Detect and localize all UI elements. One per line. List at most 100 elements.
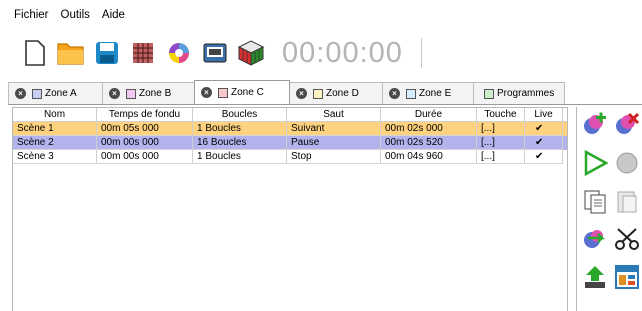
close-icon[interactable]: × xyxy=(201,87,212,98)
checkmark-icon: ✔ xyxy=(535,137,544,148)
add-scene-icon xyxy=(584,112,606,134)
tab-zone-c[interactable]: × Zone C xyxy=(194,80,290,104)
delete-scene-button[interactable] xyxy=(613,111,641,139)
scene-table: Nom Temps de fondu Boucles Saut Durée To… xyxy=(12,107,568,311)
toolbar-separator xyxy=(420,38,422,68)
column-header-saut[interactable]: Saut xyxy=(287,108,381,121)
column-header-temps-de-fondu[interactable]: Temps de fondu xyxy=(97,108,193,121)
tab-programmes[interactable]: Programmes xyxy=(473,82,565,104)
cell-touche[interactable]: [...] xyxy=(477,136,525,150)
upload-icon xyxy=(585,266,605,288)
close-icon[interactable]: × xyxy=(109,88,120,99)
toolbar: 00:00:00 xyxy=(0,31,642,75)
live-checkbox[interactable]: ✔ xyxy=(525,150,563,164)
cell-duree[interactable]: 00m 02s 520 xyxy=(381,136,477,150)
zone-d-color-swatch xyxy=(313,88,323,99)
cell-duree[interactable]: 00m 02s 000 xyxy=(381,122,477,136)
open-folder-button[interactable] xyxy=(56,37,86,69)
close-icon[interactable]: × xyxy=(389,88,400,99)
tab-label: Zone E xyxy=(419,88,452,99)
layout-icon xyxy=(615,265,639,289)
live-checkbox[interactable]: ✔ xyxy=(525,122,563,136)
shuffle-button[interactable] xyxy=(581,225,609,253)
add-scene-button[interactable] xyxy=(581,111,609,139)
paste-button[interactable] xyxy=(613,187,641,215)
grid-button[interactable] xyxy=(128,37,158,69)
zone-tabs: × Zone A × Zone B × Zone C × Zone D × Zo… xyxy=(8,80,565,104)
palette-icon xyxy=(169,43,189,63)
tab-zone-e[interactable]: × Zone E xyxy=(382,82,474,104)
timer-display: 00:00:00 xyxy=(282,36,403,69)
delete-scene-icon xyxy=(616,112,640,134)
checkmark-icon: ✔ xyxy=(535,151,544,162)
record-icon xyxy=(616,152,638,174)
table-row[interactable]: Scène 1 00m 05s 000 1 Boucles Suivant 00… xyxy=(13,122,567,136)
column-header-touche[interactable]: Touche xyxy=(477,108,525,121)
close-icon[interactable]: × xyxy=(296,88,307,99)
tab-zone-d[interactable]: × Zone D xyxy=(289,82,383,104)
device-button[interactable] xyxy=(200,37,230,69)
scene-actions-panel xyxy=(576,107,642,311)
cell-temps[interactable]: 00m 00s 000 xyxy=(97,150,193,164)
cell-saut[interactable]: Stop xyxy=(287,150,381,164)
device-icon xyxy=(203,43,227,63)
table-header: Nom Temps de fondu Boucles Saut Durée To… xyxy=(13,108,567,122)
tab-label: Zone C xyxy=(231,87,264,98)
cell-touche[interactable]: [...] xyxy=(477,150,525,164)
tab-zone-b[interactable]: × Zone B xyxy=(102,82,195,104)
zone-a-color-swatch xyxy=(32,88,42,99)
grid-icon xyxy=(133,43,153,63)
new-file-icon xyxy=(25,40,45,66)
live-checkbox[interactable]: ✔ xyxy=(525,136,563,150)
close-icon[interactable]: × xyxy=(15,88,26,99)
cell-saut[interactable]: Suivant xyxy=(287,122,381,136)
record-button[interactable] xyxy=(613,149,641,177)
upload-button[interactable] xyxy=(581,263,609,291)
checkmark-icon: ✔ xyxy=(535,123,544,134)
zone-b-color-swatch xyxy=(126,88,136,99)
copy-icon xyxy=(584,190,606,214)
layout-button[interactable] xyxy=(613,263,641,291)
cell-nom[interactable]: Scène 3 xyxy=(13,150,97,164)
menu-bar: Fichier Outils Aide xyxy=(0,0,642,30)
cell-duree[interactable]: 00m 04s 960 xyxy=(381,150,477,164)
column-header-boucles[interactable]: Boucles xyxy=(193,108,287,121)
cell-touche[interactable]: [...] xyxy=(477,122,525,136)
column-header-live[interactable]: Live xyxy=(525,108,563,121)
menu-aide[interactable]: Aide xyxy=(102,9,125,21)
open-folder-icon xyxy=(57,43,84,65)
zone-c-color-swatch xyxy=(218,87,228,98)
cell-boucles[interactable]: 1 Boucles xyxy=(193,150,287,164)
menu-outils[interactable]: Outils xyxy=(61,9,90,21)
column-header-duree[interactable]: Durée xyxy=(381,108,477,121)
shuffle-icon xyxy=(584,230,606,248)
play-icon xyxy=(584,150,608,176)
cut-icon xyxy=(615,228,639,250)
cell-nom[interactable]: Scène 2 xyxy=(13,136,97,150)
palette-button[interactable] xyxy=(164,37,194,69)
cut-button[interactable] xyxy=(613,225,641,253)
table-row[interactable]: Scène 2 00m 00s 000 16 Boucles Pause 00m… xyxy=(13,136,567,150)
cell-boucles[interactable]: 1 Boucles xyxy=(193,122,287,136)
tab-zone-a[interactable]: × Zone A xyxy=(8,82,103,104)
column-header-nom[interactable]: Nom xyxy=(13,108,97,121)
copy-button[interactable] xyxy=(581,187,609,215)
cube-button[interactable] xyxy=(236,37,266,69)
table-row[interactable]: Scène 3 00m 00s 000 1 Boucles Stop 00m 0… xyxy=(13,150,567,164)
tab-label: Zone A xyxy=(45,88,77,99)
cell-nom[interactable]: Scène 1 xyxy=(13,122,97,136)
cell-temps[interactable]: 00m 05s 000 xyxy=(97,122,193,136)
play-button[interactable] xyxy=(581,149,609,177)
menu-fichier[interactable]: Fichier xyxy=(14,9,49,21)
cell-saut[interactable]: Pause xyxy=(287,136,381,150)
tab-label: Zone D xyxy=(326,88,359,99)
zone-panel: Nom Temps de fondu Boucles Saut Durée To… xyxy=(8,104,642,311)
new-file-button[interactable] xyxy=(20,37,50,69)
save-icon xyxy=(96,42,118,64)
zone-e-color-swatch xyxy=(406,88,416,99)
cell-temps[interactable]: 00m 00s 000 xyxy=(97,136,193,150)
save-button[interactable] xyxy=(92,37,122,69)
cell-boucles[interactable]: 16 Boucles xyxy=(193,136,287,150)
tab-label: Programmes xyxy=(497,88,555,99)
programmes-color-swatch xyxy=(484,88,494,99)
